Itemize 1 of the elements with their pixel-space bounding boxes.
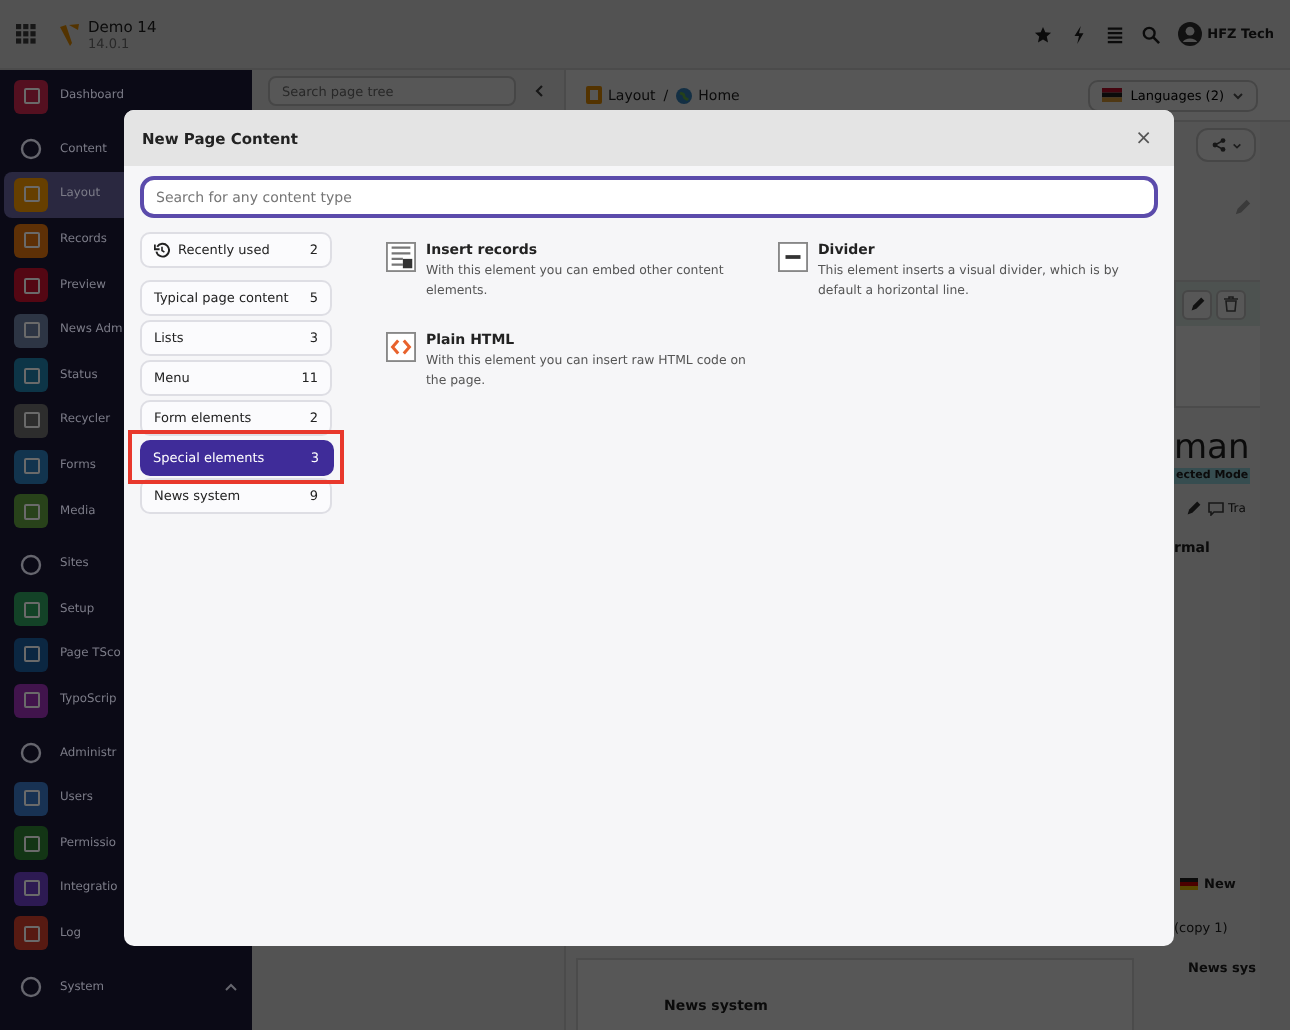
language-heading: man [1174,428,1252,468]
